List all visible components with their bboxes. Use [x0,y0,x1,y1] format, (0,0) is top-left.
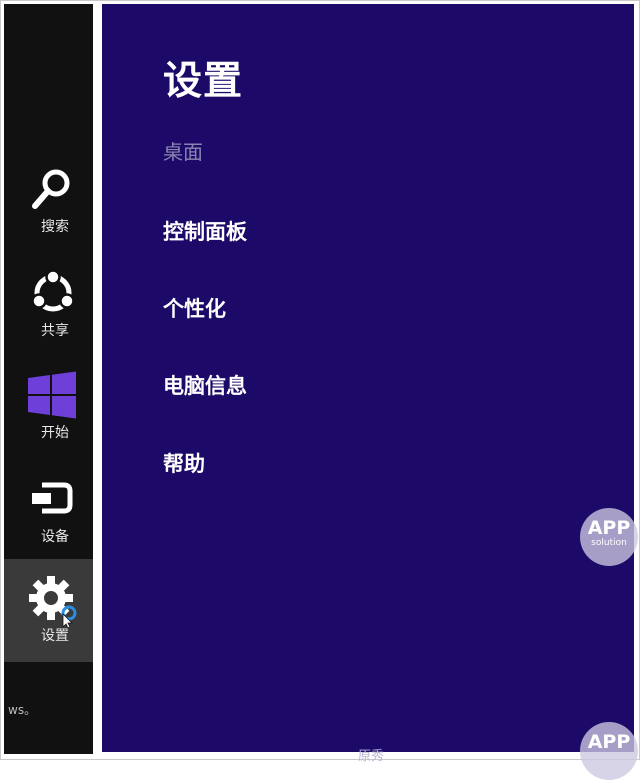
menu-item-personalization[interactable]: 个性化 [163,293,226,323]
menu-item-control-panel[interactable]: 控制面板 [163,216,247,246]
faint-bottom-text: 原秀 [358,749,385,764]
charm-devices[interactable]: 设备 [4,470,93,573]
charm-settings[interactable]: 设置 [4,559,93,662]
share-icon [31,269,75,312]
charm-settings-label: 设置 [41,628,69,644]
devices-icon [32,482,73,514]
charm-share-label: 共享 [41,323,69,339]
charm-search-label: 搜索 [41,219,69,235]
watermark-logo-partial: APP [580,722,638,780]
gear-icon [29,576,77,627]
divider [93,4,102,754]
charms-bar-bottom-text: ws。 [8,703,37,717]
menu-item-help[interactable]: 帮助 [163,448,205,478]
charm-search[interactable]: 搜索 [4,160,93,263]
charm-start-label: 开始 [41,425,69,441]
watermark-logo: APP solution [580,508,638,566]
panel-subtitle: 桌面 [163,140,203,164]
watermark-big-text: APP [587,517,631,539]
settings-panel: 设置 桌面 控制面板 个性化 电脑信息 帮助 [102,4,634,752]
search-icon [32,169,70,209]
charm-share[interactable]: 共享 [4,264,93,367]
windows-logo-icon [28,371,76,419]
watermark-partial-big-text: APP [587,731,631,753]
charm-start[interactable]: 开始 [4,366,93,469]
charms-bar: 搜索 共享 开始 设备 设置 ws。 [4,4,93,754]
charm-devices-label: 设备 [41,529,69,545]
page-title: 设置 [163,59,244,104]
watermark-small-text: solution [591,538,627,548]
menu-item-pc-info[interactable]: 电脑信息 [163,370,247,400]
